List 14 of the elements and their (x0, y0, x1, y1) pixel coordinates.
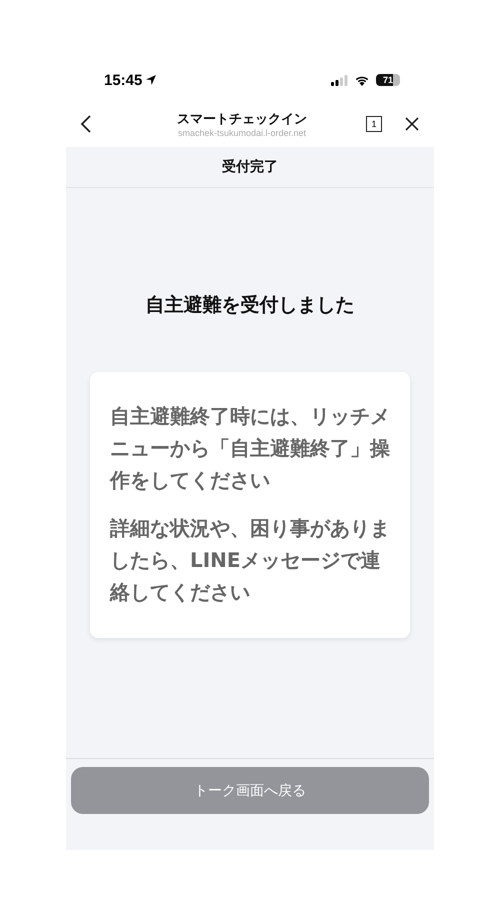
section-title: 受付完了 (222, 158, 278, 176)
close-icon[interactable] (404, 116, 420, 132)
battery-icon: 71 (376, 74, 400, 86)
wifi-icon (354, 74, 370, 86)
status-time: 15:45 (104, 72, 142, 88)
message-text: 詳細な状況や、困り事がありましたら、LINEメッセージで連絡してください (110, 515, 390, 606)
back-icon[interactable] (80, 114, 92, 134)
location-arrow-icon (145, 74, 158, 86)
page-title: スマートチェックイン (177, 110, 307, 128)
message-text: 自主避難終了時には、リッチメニューから「自主避難終了」操作をしてください (110, 403, 390, 494)
tab-count-button[interactable]: 1 (366, 116, 382, 132)
page-url: smachek-tsukumodai.l-order.net (178, 128, 306, 138)
heading: 自主避難を受付しました (146, 293, 354, 318)
signal-icon (331, 74, 348, 86)
